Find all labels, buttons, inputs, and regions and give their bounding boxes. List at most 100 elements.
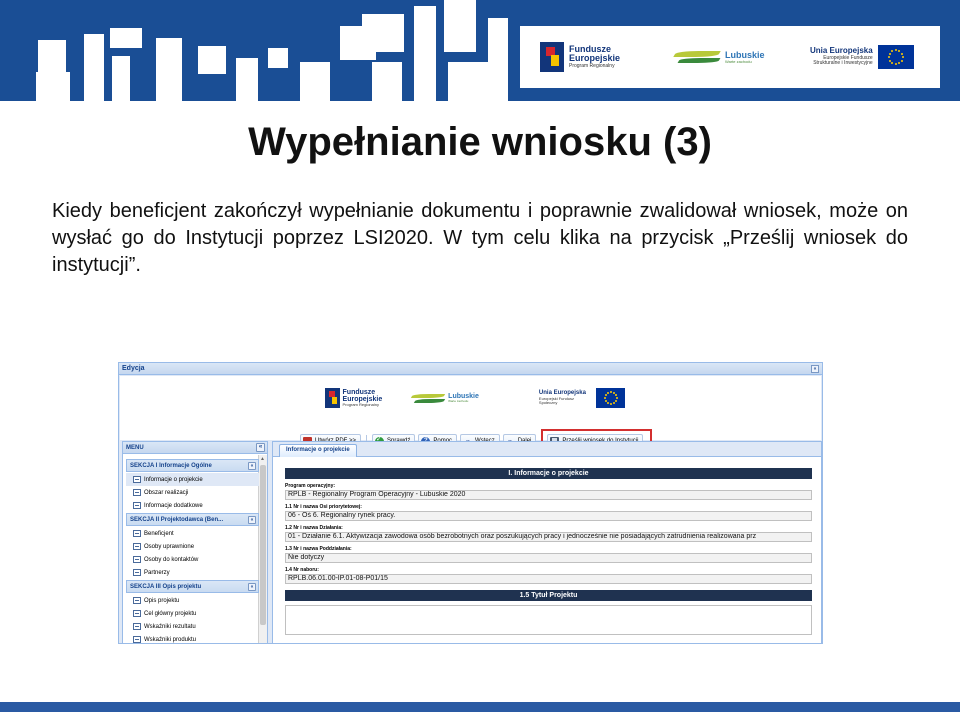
sidebar-item-label: Cel główny projektu	[144, 610, 197, 617]
menu-section-1[interactable]: SEKCJA I Informacje Ogólne «	[126, 459, 259, 472]
scrollbar-thumb[interactable]	[260, 465, 266, 625]
banner-deco-block	[268, 48, 288, 68]
eu-star-icon	[891, 62, 894, 65]
app-logo-strip: Fundusze Europejskie Program Regionalny …	[325, 382, 625, 414]
top-banner: Fundusze Europejskie Program Regionalny …	[0, 0, 960, 101]
sidebar-item-realization-area[interactable]: Obszar realizacji	[126, 486, 259, 499]
lubuskie-logo: Lubuskie Warte zachodu	[673, 26, 765, 88]
sidebar-item-beneficiary[interactable]: Beneficjent	[126, 527, 259, 540]
document-icon	[133, 610, 141, 617]
section-toggle-icon[interactable]: «	[248, 583, 256, 591]
measure-field[interactable]: 01 - Działanie 6.1. Aktywizacja zawodowa…	[285, 532, 812, 542]
sidebar-item-main-goal[interactable]: Cel główny projektu	[126, 607, 259, 620]
menu-collapse-icon[interactable]: «	[256, 443, 265, 452]
document-icon	[133, 556, 141, 563]
application-window: Edycja « Fundusze Europejskie Program Re…	[118, 362, 823, 644]
eu-star-icon	[900, 59, 903, 62]
menu-scrollbar[interactable]: ▲	[258, 455, 267, 643]
banner-deco-block	[198, 46, 226, 74]
banner-deco-block	[444, 0, 476, 52]
field-label: 1.4 Nr naboru:	[285, 567, 319, 573]
banner-deco-block	[300, 62, 330, 101]
project-title-textarea[interactable]	[285, 605, 812, 635]
document-icon	[133, 502, 141, 509]
app-funds-line3: Program Regionalny	[342, 402, 379, 408]
funds-flag-icon	[540, 42, 564, 72]
sidebar-item-label: Osoby uprawnione	[144, 543, 195, 550]
sidebar-item-label: Partnerzy	[144, 569, 170, 576]
menu-header: MENU «	[123, 442, 267, 454]
field-label: 1.2 Nr i nazwa Działania:	[285, 525, 343, 531]
app-funds-line1: Fundusze	[342, 388, 376, 396]
submeasure-field[interactable]: Nie dotyczy	[285, 553, 812, 563]
eu-star-icon	[901, 56, 904, 58]
section-toggle-icon[interactable]: «	[248, 462, 256, 470]
eu-star-icon	[898, 49, 901, 52]
eu-star-icon	[888, 52, 891, 55]
document-icon	[133, 597, 141, 604]
app-eu-line2: Europejski Fundusz Społeczny	[538, 395, 575, 406]
bottom-band	[0, 702, 960, 712]
eu-logo-line3: Strukturalne i Inwestycyjne	[813, 60, 873, 67]
eu-logo: Unia Europejska Europejskie Fundusze Str…	[810, 26, 914, 88]
sidebar-item-partners[interactable]: Partnerzy	[126, 566, 259, 579]
document-icon	[133, 623, 141, 630]
banner-deco-block	[156, 38, 182, 101]
section-toggle-icon[interactable]: «	[248, 516, 256, 524]
eu-star-icon	[891, 49, 894, 52]
menu-section-3[interactable]: SEKCJA III Opis projektu «	[126, 580, 259, 593]
funds-logo-line3: Program Regionalny	[569, 62, 615, 69]
eu-star-icon	[606, 402, 609, 405]
eu-star-icon	[615, 394, 618, 396]
app-funds-flag-icon	[325, 388, 340, 408]
sidebar-item-project-description[interactable]: Opis projektu	[126, 594, 259, 607]
section-header-bar: 1.5 Tytuł Projektu	[285, 590, 812, 601]
sidebar-item-project-info[interactable]: Informacje o projekcie	[126, 473, 259, 486]
menu-sections: SEKCJA I Informacje Ogólne « Informacje …	[126, 458, 259, 643]
sidebar-item-contact-persons[interactable]: Osoby do kontaktów	[126, 553, 259, 566]
eu-star-icon	[894, 49, 897, 51]
eu-star-icon	[898, 62, 901, 65]
priority-axis-field[interactable]: 06 - Oś 6. Regionalny rynek pracy.	[285, 511, 812, 521]
tab-strip: Informacje o projekcie	[273, 442, 821, 457]
banner-deco-block	[112, 56, 130, 101]
slide-body-text: Kiedy beneficjent zakończył wypełnianie …	[52, 200, 908, 276]
funds-logo: Fundusze Europejskie Program Regionalny	[540, 26, 620, 88]
document-icon	[133, 543, 141, 550]
banner-deco-block	[488, 18, 508, 101]
sidebar-item-label: Wskaźniki produktu	[144, 636, 197, 643]
sidebar-item-label: Informacje dodatkowe	[144, 502, 203, 509]
scroll-up-icon[interactable]: ▲	[260, 456, 265, 462]
call-number-field[interactable]: RPLB.06.01.00-IP.01-08-P01/15	[285, 574, 812, 584]
document-icon	[133, 569, 141, 576]
sidebar-item-label: Beneficjent	[144, 530, 174, 537]
banner-deco-block	[414, 6, 436, 101]
eu-star-icon	[606, 391, 609, 394]
sidebar-item-result-indicators[interactable]: Wskaźniki rezultatu	[126, 620, 259, 633]
menu-section-title: SEKCJA II Projektodawca (Ben...	[130, 517, 224, 523]
tab-project-info[interactable]: Informacje o projekcie	[279, 444, 357, 457]
sidebar-item-authorized-persons[interactable]: Osoby uprawnione	[126, 540, 259, 553]
menu-section-title: SEKCJA III Opis projektu	[130, 584, 202, 590]
app-eu-flag-icon	[595, 388, 625, 408]
banner-deco-block	[236, 58, 258, 101]
field-label: 1.3 Nr i nazwa Poddziałania:	[285, 546, 352, 552]
menu-section-2[interactable]: SEKCJA II Projektodawca (Ben... «	[126, 513, 259, 526]
section-header-bar: I. Informacje o projekcie	[285, 468, 812, 479]
sidebar-item-label: Wskaźniki rezultatu	[144, 623, 196, 630]
sidebar-item-product-indicators[interactable]: Wskaźniki produktu	[126, 633, 259, 643]
eu-flag-icon	[877, 45, 914, 69]
eu-star-icon	[888, 59, 891, 62]
field-label: Program operacyjny:	[285, 483, 336, 489]
lubuskie-logo-line2: Warte zachodu	[725, 58, 752, 64]
sidebar-item-label: Opis projektu	[144, 597, 180, 604]
banner-deco-block	[372, 62, 402, 101]
sidebar-item-label: Osoby do kontaktów	[144, 556, 199, 563]
sidebar-item-additional-info[interactable]: Informacje dodatkowe	[126, 499, 259, 512]
document-icon	[133, 489, 141, 496]
eu-star-icon	[615, 397, 618, 399]
operational-program-field[interactable]: RPLB - Regionalny Program Operacyjny - L…	[285, 490, 812, 500]
window-collapse-icon[interactable]: «	[811, 365, 819, 373]
banner-deco-block	[36, 72, 70, 101]
eu-star-icon	[609, 391, 612, 393]
